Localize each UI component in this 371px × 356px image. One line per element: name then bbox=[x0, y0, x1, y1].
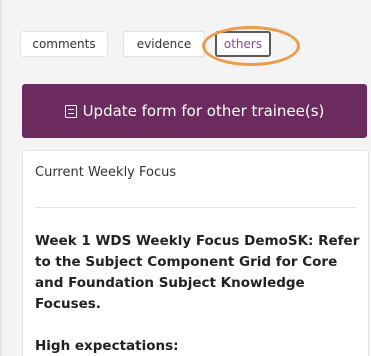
weekly-focus-text: Week 1 WDS Weekly Focus DemoSK: Refer to… bbox=[35, 233, 360, 312]
tab-others[interactable]: others bbox=[215, 31, 271, 57]
weekly-focus-panel: Current Weekly Focus Week 1 WDS Weekly F… bbox=[22, 150, 369, 356]
divider bbox=[35, 207, 356, 208]
tab-comments[interactable]: comments bbox=[20, 31, 108, 57]
tab-bar: comments evidence others bbox=[10, 22, 371, 68]
document-list-icon bbox=[64, 104, 77, 118]
tab-evidence[interactable]: evidence bbox=[123, 31, 205, 57]
update-form-button-label: Update form for other trainee(s) bbox=[82, 102, 325, 120]
panel-title: Current Weekly Focus bbox=[35, 165, 177, 180]
high-expectations-heading: High expectations: bbox=[35, 338, 179, 354]
form-sidebar: comments evidence others Update form for… bbox=[0, 0, 371, 356]
update-form-button[interactable]: Update form for other trainee(s) bbox=[22, 84, 367, 138]
